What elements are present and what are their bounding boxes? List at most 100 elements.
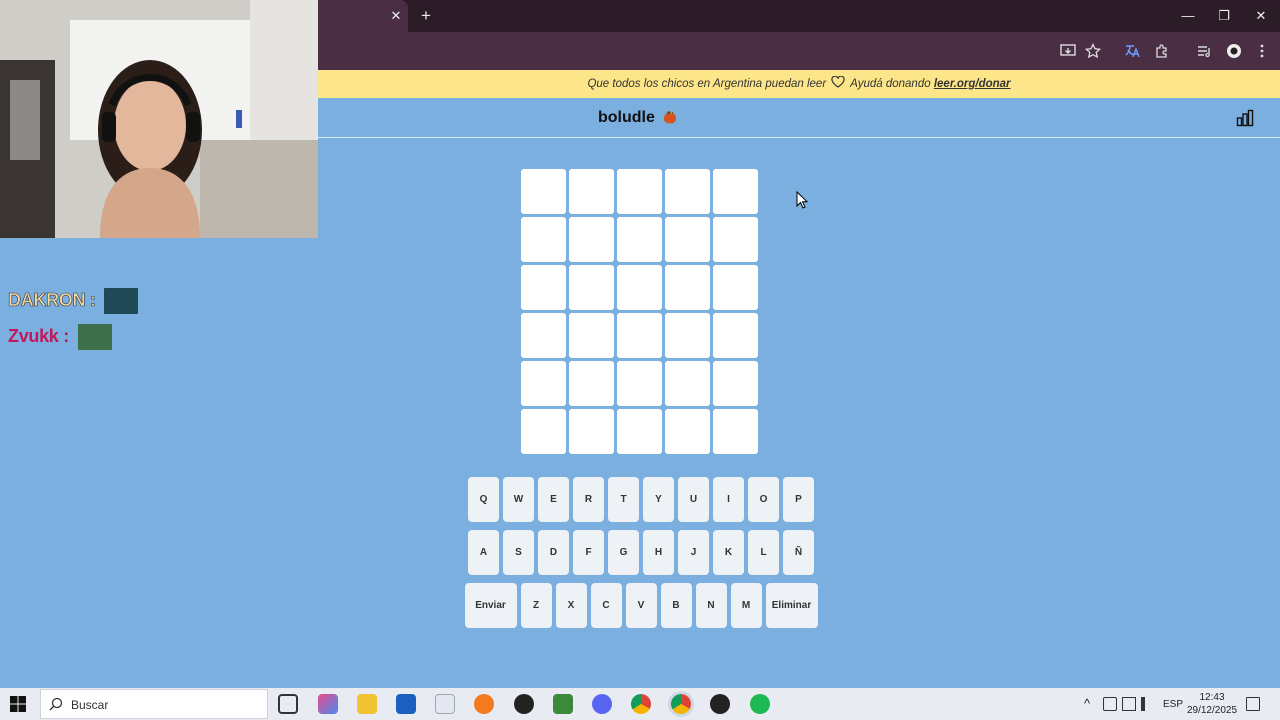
taskbar-search[interactable]: Buscar bbox=[40, 689, 268, 719]
restore-icon[interactable]: ❐ bbox=[1210, 4, 1238, 28]
key-letter[interactable]: H bbox=[643, 530, 674, 575]
copilot-icon[interactable] bbox=[318, 694, 338, 714]
minecraft-icon[interactable] bbox=[553, 694, 573, 714]
key-letter[interactable]: W bbox=[503, 477, 534, 522]
chrome-active-icon[interactable] bbox=[671, 694, 691, 714]
heart-icon bbox=[831, 76, 845, 88]
app-sun-icon[interactable] bbox=[474, 694, 494, 714]
discord-icon[interactable] bbox=[592, 694, 612, 714]
key-letter[interactable]: J bbox=[678, 530, 709, 575]
profile-avatar-icon[interactable] bbox=[1224, 41, 1244, 61]
word-icon[interactable] bbox=[435, 694, 455, 714]
key-letter[interactable]: M bbox=[730, 583, 762, 628]
letter-tile bbox=[665, 265, 710, 310]
tray-expand-icon[interactable]: ^ bbox=[1084, 696, 1090, 711]
letter-tile bbox=[521, 409, 566, 454]
key-letter[interactable]: Q bbox=[468, 477, 499, 522]
letter-tile bbox=[617, 313, 662, 358]
banner-text-donate: Ayudá donando bbox=[850, 78, 931, 90]
letter-tile bbox=[521, 361, 566, 406]
minimize-icon[interactable]: — bbox=[1174, 4, 1202, 28]
letter-tile bbox=[569, 217, 614, 262]
window-close-icon[interactable]: ✕ bbox=[1247, 4, 1275, 28]
key-letter[interactable]: A bbox=[468, 530, 499, 575]
keyboard-row-1: QWERTYUIOP bbox=[463, 477, 819, 522]
chrome-icon[interactable] bbox=[631, 694, 651, 714]
stats-icon[interactable] bbox=[1236, 109, 1254, 127]
webcam-image bbox=[0, 0, 318, 238]
mate-icon bbox=[664, 108, 677, 124]
game-header: boludle bbox=[318, 98, 1280, 138]
store-icon[interactable] bbox=[396, 694, 416, 714]
file-explorer-icon[interactable] bbox=[357, 694, 377, 714]
key-letter[interactable]: Ñ bbox=[783, 530, 814, 575]
key-letter[interactable]: G bbox=[608, 530, 639, 575]
mouse-cursor-icon bbox=[796, 191, 808, 209]
letter-tile bbox=[521, 169, 566, 214]
key-letter[interactable]: Y bbox=[643, 477, 674, 522]
notifications-icon[interactable] bbox=[1246, 697, 1260, 711]
task-view-icon[interactable] bbox=[278, 694, 298, 714]
browser-menu-icon[interactable] bbox=[1252, 41, 1272, 61]
key-letter[interactable]: C bbox=[590, 583, 622, 628]
letter-tile bbox=[569, 169, 614, 214]
key-letter[interactable]: B bbox=[660, 583, 692, 628]
key-letter[interactable]: T bbox=[608, 477, 639, 522]
bookmark-star-icon[interactable] bbox=[1083, 41, 1103, 61]
letter-tile bbox=[713, 361, 758, 406]
board-row bbox=[521, 169, 761, 214]
install-app-icon[interactable] bbox=[1058, 41, 1078, 61]
browser-tab-strip: ✕ + — ❐ ✕ bbox=[318, 0, 1280, 32]
extensions-puzzle-icon[interactable] bbox=[1152, 41, 1172, 61]
obs-icon[interactable] bbox=[514, 694, 534, 714]
key-letter[interactable]: Z bbox=[520, 583, 552, 628]
taskbar-clock[interactable]: 12:43 29/12/2025 bbox=[1186, 691, 1238, 717]
browser-tab[interactable]: ✕ bbox=[318, 0, 408, 32]
media-queue-icon[interactable] bbox=[1194, 41, 1214, 61]
key-letter[interactable]: X bbox=[555, 583, 587, 628]
page-title: boludle bbox=[598, 108, 677, 127]
translate-extension-icon[interactable] bbox=[1122, 41, 1142, 61]
board-row bbox=[521, 313, 761, 358]
keyboard-row-2: ASDFGHJKLÑ bbox=[463, 530, 819, 575]
key-letter[interactable]: I bbox=[713, 477, 744, 522]
volume-icon[interactable] bbox=[1141, 697, 1155, 711]
network-icon[interactable] bbox=[1122, 697, 1136, 711]
new-tab-icon[interactable]: + bbox=[416, 6, 436, 26]
board-row bbox=[521, 217, 761, 262]
key-letter[interactable]: L bbox=[748, 530, 779, 575]
key-letter[interactable]: V bbox=[625, 583, 657, 628]
chat-emote-image bbox=[77, 324, 112, 350]
letter-tile bbox=[617, 265, 662, 310]
key-letter[interactable]: R bbox=[573, 477, 604, 522]
key-letter[interactable]: P bbox=[783, 477, 814, 522]
letter-tile bbox=[665, 313, 710, 358]
key-letter[interactable]: K bbox=[713, 530, 744, 575]
spotify-icon[interactable] bbox=[750, 694, 770, 714]
key-letter[interactable]: F bbox=[573, 530, 604, 575]
board-row bbox=[521, 409, 761, 454]
key-letter[interactable]: D bbox=[538, 530, 569, 575]
key-enviar[interactable]: Enviar bbox=[464, 583, 517, 628]
capture-app-icon[interactable] bbox=[710, 694, 730, 714]
key-letter[interactable]: N bbox=[695, 583, 727, 628]
key-letter[interactable]: E bbox=[538, 477, 569, 522]
key-eliminar[interactable]: Eliminar bbox=[765, 583, 818, 628]
key-letter[interactable]: O bbox=[748, 477, 779, 522]
letter-tile bbox=[713, 409, 758, 454]
key-letter[interactable]: U bbox=[678, 477, 709, 522]
board-row bbox=[521, 361, 761, 406]
letter-tile bbox=[569, 265, 614, 310]
tab-close-icon[interactable]: ✕ bbox=[388, 8, 404, 24]
donation-banner: Que todos los chicos en Argentina puedan… bbox=[318, 70, 1280, 98]
chat-username: DAKRON : bbox=[8, 289, 96, 310]
clock-time: 12:43 bbox=[1199, 692, 1225, 703]
input-language[interactable]: ESP bbox=[1163, 699, 1183, 710]
chat-emote-image bbox=[104, 288, 139, 314]
chat-entry: Zvukk : bbox=[8, 324, 112, 350]
battery-icon[interactable] bbox=[1103, 697, 1117, 711]
key-letter[interactable]: S bbox=[503, 530, 534, 575]
letter-tile bbox=[569, 361, 614, 406]
windows-start-icon[interactable] bbox=[10, 696, 26, 712]
donate-link[interactable]: leer.org/donar bbox=[934, 78, 1011, 90]
